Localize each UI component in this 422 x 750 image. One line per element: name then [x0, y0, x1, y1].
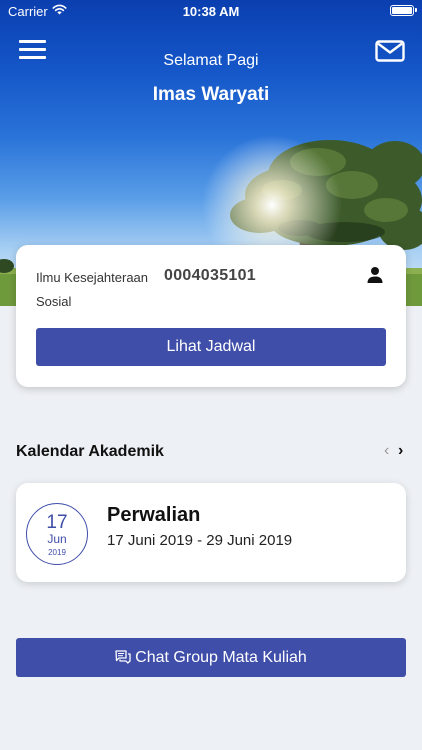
- chevron-left-icon[interactable]: ‹: [384, 442, 389, 460]
- event-month: Jun: [47, 532, 67, 546]
- study-program-label: Ilmu Kesejahteraan Sosial: [36, 270, 149, 309]
- student-info-card: Ilmu Kesejahteraan Sosial 0004035101 Lih…: [16, 245, 406, 387]
- greeting-text: Selamat Pagi: [163, 52, 259, 69]
- status-bar: Carrier 10:38 AM: [0, 0, 422, 22]
- battery-icon: [390, 5, 417, 16]
- chat-icon: [115, 650, 131, 664]
- event-title: Perwalian: [107, 504, 201, 526]
- event-date-badge: 17 Jun 2019: [26, 503, 88, 565]
- event-year: 2019: [48, 548, 66, 557]
- chat-group-button[interactable]: Chat Group Mata Kuliah: [16, 638, 406, 677]
- student-id-number: 0004035101: [164, 267, 256, 284]
- chevron-right-icon[interactable]: ›: [398, 442, 403, 460]
- event-day: 17: [46, 512, 68, 533]
- status-time: 10:38 AM: [182, 4, 240, 19]
- view-schedule-button[interactable]: Lihat Jadwal: [36, 328, 386, 366]
- calendar-event-card[interactable]: 17 Jun 2019 Perwalian 17 Juni 2019 - 29 …: [16, 483, 406, 582]
- event-date-range: 17 Juni 2019 - 29 Juni 2019: [107, 532, 293, 549]
- user-name: Imas Waryati: [152, 84, 270, 105]
- chat-group-label: Chat Group Mata Kuliah: [135, 649, 307, 666]
- academic-calendar-title: Kalendar Akademik: [16, 443, 164, 460]
- person-icon[interactable]: [366, 266, 384, 284]
